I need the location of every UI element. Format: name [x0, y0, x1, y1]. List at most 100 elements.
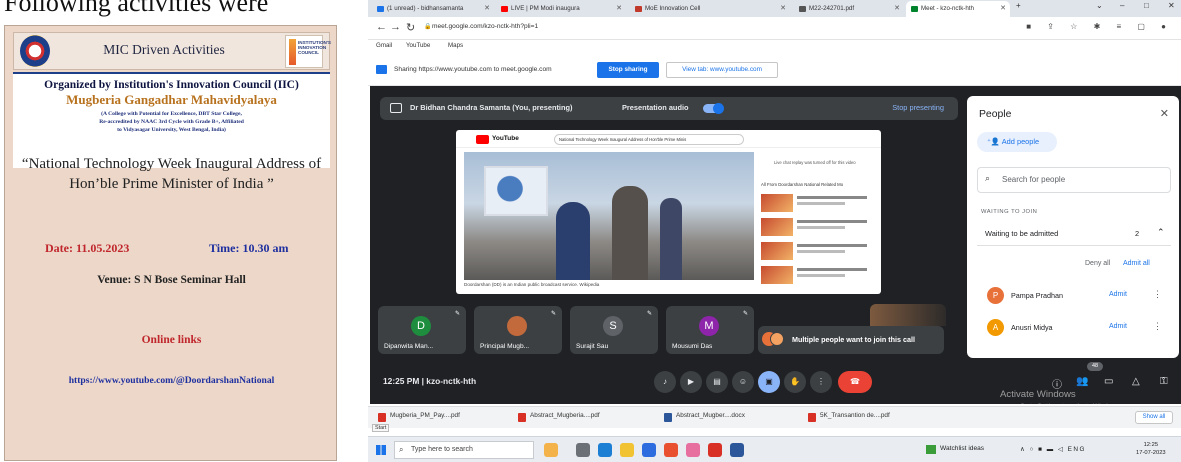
related-video[interactable] — [761, 218, 873, 236]
paint-icon[interactable] — [686, 443, 700, 457]
search-people-input[interactable]: Search for people — [977, 167, 1171, 193]
participant-tile[interactable]: D ✎ Dipanwita Man... — [378, 306, 466, 354]
add-people-button[interactable]: ⁺👤 Add people — [977, 132, 1057, 152]
browser-tab[interactable]: M22-242701.pdf ✕ — [794, 1, 904, 17]
word-icon[interactable] — [730, 443, 744, 457]
pdf-reader-icon[interactable] — [708, 443, 722, 457]
iic-logo-bar — [289, 39, 296, 65]
browser-tab-active[interactable]: Meet - kzo-nctk-hth ✕ — [906, 1, 1010, 17]
close-icon[interactable]: ✕ — [1000, 1, 1006, 17]
lock-icon[interactable]: 🔒 — [424, 23, 431, 30]
view-tab-button[interactable]: View tab: www.youtube.com — [666, 62, 778, 78]
forward-icon[interactable]: → — [390, 21, 401, 33]
download-item[interactable]: Abstract_Mugberia....pdf — [518, 412, 600, 422]
maximize-icon[interactable]: □ — [1144, 1, 1149, 10]
admit-all-button[interactable]: Admit all — [1123, 260, 1150, 267]
page-heading-fragment: Following activities were — [4, 0, 269, 17]
college-description-line-3: to Vidyasagar University, West Bengal, I… — [117, 127, 226, 133]
bookmark-youtube[interactable]: YouTube — [406, 42, 430, 49]
file-explorer-icon[interactable] — [620, 443, 634, 457]
related-video[interactable] — [761, 194, 873, 212]
show-all-button[interactable]: Show all — [1135, 411, 1173, 424]
new-tab-icon[interactable]: + — [1016, 1, 1021, 10]
youtube-icon — [501, 6, 508, 12]
join-request-toast[interactable]: Multiple people want to join this call — [758, 326, 944, 354]
stop-sharing-button[interactable]: Stop sharing — [597, 62, 659, 78]
related-video[interactable] — [761, 266, 873, 284]
mic-icon[interactable]: ♪ — [654, 371, 676, 393]
video-figure — [556, 202, 590, 280]
organized-by: Organized by Institution's Innovation Co… — [44, 79, 299, 91]
more-vert-icon[interactable]: ⋮ — [1153, 321, 1162, 332]
admit-button[interactable]: Admit — [1109, 291, 1127, 298]
close-window-icon[interactable]: ✕ — [1168, 1, 1175, 10]
people-icon[interactable]: 👥 — [1076, 376, 1088, 387]
related-video[interactable] — [761, 242, 873, 260]
related-video-title — [797, 244, 867, 247]
download-item[interactable]: Abstract_Mugber....docx — [664, 412, 745, 422]
download-item[interactable]: Mugberia_PM_Pay....pdf — [378, 412, 460, 422]
chrome-icon[interactable] — [664, 443, 678, 457]
close-icon[interactable]: ✕ — [894, 1, 900, 17]
windows-start-icon[interactable] — [376, 445, 386, 455]
chat-icon[interactable]: ▭ — [1104, 376, 1113, 387]
mail-icon[interactable] — [642, 443, 656, 457]
back-icon[interactable]: ← — [376, 21, 387, 33]
bookmark-gmail[interactable]: Gmail — [376, 42, 392, 49]
related-video-thumbnail — [761, 218, 793, 236]
captions-icon[interactable]: ▤ — [706, 371, 728, 393]
meet-stage: Dr Bidhan Chandra Samanta (You, presenti… — [370, 86, 1181, 410]
emoji-icon[interactable]: ☺ — [732, 371, 754, 393]
video-figure — [660, 198, 682, 280]
address-bar[interactable]: meet.google.com/kzo-nctk-hth?pli=1 — [432, 23, 538, 30]
system-tray[interactable]: ∧ ○ ■ ▬ ◁ ENG — [1020, 445, 1086, 453]
start-tooltip: Start — [372, 424, 390, 432]
host-controls-icon[interactable]: ⚿ — [1160, 376, 1168, 387]
stop-presenting-button[interactable]: Stop presenting — [892, 103, 944, 112]
more-options-icon[interactable]: ⋮ — [810, 371, 832, 393]
deny-all-button[interactable]: Deny all — [1085, 260, 1110, 267]
more-vert-icon[interactable]: ⋮ — [1153, 289, 1162, 300]
participant-tile[interactable]: ✎ Principal Mugb... — [474, 306, 562, 354]
toolbar-icons[interactable]: ■ ⇪ ☆ ✱ ≡ ▢ ● — [1026, 22, 1173, 31]
taskbar-clock[interactable]: 12:25 17-07-2023 — [1136, 441, 1166, 457]
reload-icon[interactable]: ↻ — [406, 21, 415, 34]
participant-tile[interactable]: S ✎ Surajit Sau — [570, 306, 658, 354]
chevron-down-icon[interactable]: ⌄ — [1096, 1, 1103, 10]
presentation-audio-toggle[interactable] — [703, 103, 724, 114]
activities-icon[interactable]: △ — [1132, 376, 1140, 387]
taskbar-search-input[interactable]: Type here to search — [394, 441, 534, 459]
youtube-link[interactable]: https://www.youtube.com/@DoordarshanNati… — [13, 375, 330, 386]
weather-icon[interactable] — [544, 443, 558, 457]
admit-button[interactable]: Admit — [1109, 323, 1127, 330]
browser-tab[interactable]: LIVE | PM Modi inaugura ✕ — [496, 1, 626, 17]
chevron-up-icon[interactable]: ⌃ — [1157, 227, 1165, 238]
edge-icon[interactable] — [598, 443, 612, 457]
related-video-meta — [797, 202, 845, 205]
present-screen-icon — [390, 103, 402, 113]
present-icon[interactable]: ▣ — [758, 371, 780, 393]
browser-tab[interactable]: (1 unread) - bidhansamanta ✕ — [372, 1, 494, 17]
sharing-infobar: Sharing https://www.youtube.com to meet.… — [368, 54, 1181, 86]
raise-hand-icon[interactable]: ✋ — [784, 371, 806, 393]
related-chips[interactable]: All From Doordarshan National Related Mo — [761, 182, 843, 187]
minimize-icon[interactable]: – — [1120, 1, 1124, 10]
participant-tile[interactable]: M ✎ Mousumi Das — [666, 306, 754, 354]
close-icon[interactable]: ✕ — [780, 1, 786, 17]
download-item[interactable]: 5K_Transantion de....pdf — [808, 412, 890, 422]
youtube-search-input[interactable]: National Technology Week Inaugural Addre… — [554, 134, 744, 145]
live-chat-note: Live chat replay was turned off for this… — [774, 160, 856, 165]
close-icon[interactable]: ✕ — [484, 1, 490, 17]
bookmark-maps[interactable]: Maps — [448, 42, 463, 49]
watchlist-widget[interactable]: Watchlist ideas — [926, 445, 984, 454]
close-icon[interactable]: ✕ — [1160, 107, 1169, 120]
task-view-icon[interactable] — [576, 443, 590, 457]
end-call-icon[interactable]: ☎ — [838, 371, 872, 393]
camera-icon[interactable]: ▶ — [680, 371, 702, 393]
video-player[interactable] — [464, 152, 754, 280]
participant-name: Dipanwita Man... — [384, 343, 434, 350]
browser-tab[interactable]: MoE Innovation Cell ✕ — [630, 1, 790, 17]
waiting-section-toggle[interactable]: Waiting to be admitted 2 ⌃ — [977, 222, 1171, 246]
close-icon[interactable]: ✕ — [616, 1, 622, 17]
participant-video-tile[interactable] — [870, 304, 946, 326]
